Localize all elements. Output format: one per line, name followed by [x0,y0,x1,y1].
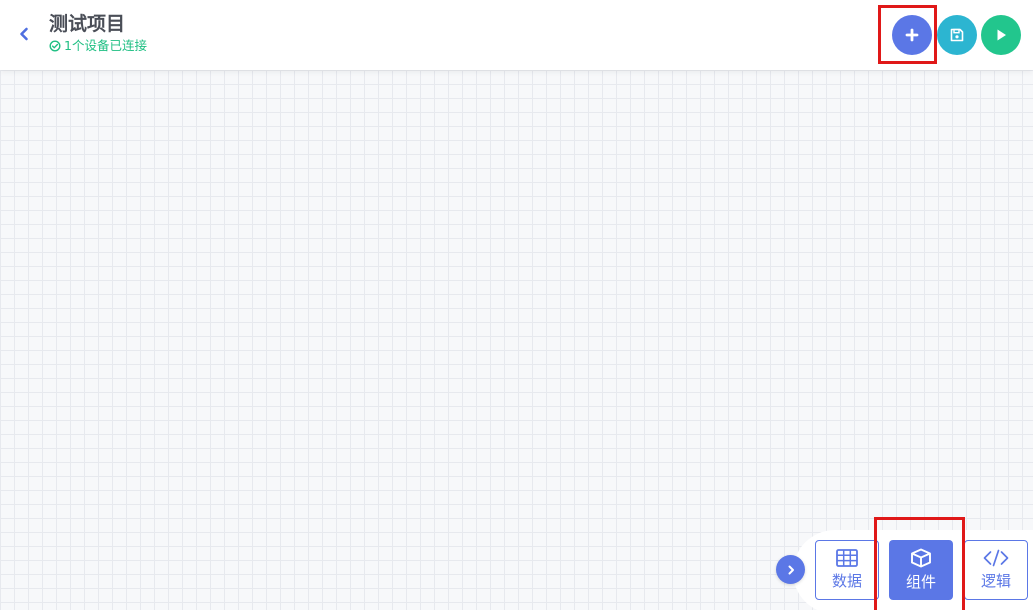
floppy-disk-icon [950,28,964,42]
save-button[interactable] [937,15,977,55]
connection-status-text: 1个设备已连接 [64,38,147,53]
add-button[interactable] [892,15,932,55]
tab-component-label: 组件 [905,573,936,591]
tab-data[interactable]: 数据 [815,540,879,600]
tab-logic[interactable]: 逻辑 [964,540,1028,600]
check-circle-icon [49,40,61,52]
tab-component[interactable]: 组件 [889,540,953,600]
run-button[interactable] [981,15,1021,55]
chevron-left-icon [20,27,28,41]
connection-status: 1个设备已连接 [49,38,147,54]
play-icon [997,29,1006,41]
chevron-right-icon [788,565,794,574]
cube-icon [911,548,931,568]
tab-logic-label: 逻辑 [980,572,1011,590]
plus-icon [905,28,919,42]
tab-data-label: 数据 [831,572,862,590]
code-icon [983,549,1009,567]
table-icon [836,549,858,567]
page-title: 测试项目 [49,13,126,35]
dock-toggle-button[interactable] [776,555,805,584]
top-bar: 测试项目 1个设备已连接 [0,0,1033,70]
back-button[interactable] [12,22,36,46]
